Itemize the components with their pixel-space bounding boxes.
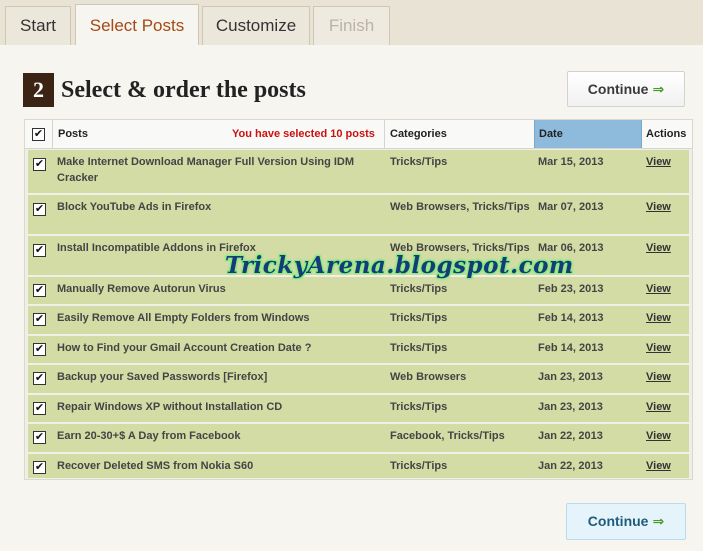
row-checkbox[interactable]: ✔	[33, 158, 46, 171]
post-category: Tricks/Tips	[390, 156, 448, 168]
column-divider	[52, 120, 53, 148]
view-link[interactable]: View	[646, 240, 671, 256]
post-title: Earn 20-30+$ A Day from Facebook	[57, 430, 241, 442]
wizard-tab-bar: Start Select Posts Customize Finish	[0, 0, 703, 46]
view-link[interactable]: View	[646, 310, 671, 326]
view-link[interactable]: View	[646, 458, 671, 474]
table-row[interactable]: ✔ Easily Remove All Empty Folders from Wi…	[28, 306, 689, 335]
table-row[interactable]: ✔ Make Internet Download Manager Full Ver…	[28, 150, 689, 194]
view-link[interactable]: View	[646, 199, 671, 215]
row-checkbox[interactable]: ✔	[33, 244, 46, 257]
continue-button-bottom[interactable]: Continue ⇒	[566, 503, 686, 540]
post-date: Jan 22, 2013	[538, 430, 603, 442]
post-category: Tricks/Tips	[390, 312, 448, 324]
post-title: Make Internet Download Manager Full Vers…	[57, 156, 355, 184]
tab-finish: Finish	[313, 6, 390, 46]
post-category: Tricks/Tips	[390, 460, 448, 472]
post-date: Mar 07, 2013	[538, 201, 604, 213]
table-row[interactable]: ✔ Manually Remove Autorun Virus Tricks/Tip…	[28, 277, 689, 305]
post-category: Web Browsers	[390, 371, 467, 383]
post-date: Feb 23, 2013	[538, 283, 604, 295]
post-category: Tricks/Tips	[390, 283, 448, 295]
post-title: Backup your Saved Passwords [Firefox]	[57, 371, 268, 383]
row-checkbox[interactable]: ✔	[33, 203, 46, 216]
post-date: Feb 14, 2013	[538, 312, 604, 324]
right-arrow-icon: ⇒	[652, 81, 665, 97]
table-row[interactable]: ✔ Backup your Saved Passwords [Firefox] We…	[28, 365, 689, 394]
tab-select-posts[interactable]: Select Posts	[75, 4, 199, 46]
header-categories[interactable]: Categories	[390, 120, 447, 148]
post-category: Web Browsers, Tricks/Tips	[390, 201, 530, 213]
column-divider	[384, 120, 385, 148]
row-checkbox[interactable]: ✔	[33, 343, 46, 356]
post-title: Manually Remove Autorun Virus	[57, 283, 226, 295]
post-date: Jan 23, 2013	[538, 401, 603, 413]
view-link[interactable]: View	[646, 340, 671, 356]
view-link[interactable]: View	[646, 154, 671, 170]
view-link[interactable]: View	[646, 428, 671, 444]
post-title: Repair Windows XP without Installation C…	[57, 401, 283, 413]
view-link[interactable]: View	[646, 399, 671, 415]
view-link[interactable]: View	[646, 281, 671, 297]
posts-table: ✔ Posts You have selected 10 posts Categ…	[24, 119, 693, 480]
continue-label: Continue	[587, 81, 649, 97]
table-row[interactable]: ✔ Recover Deleted SMS from Nokia S60 Trick…	[28, 454, 689, 479]
table-row[interactable]: ✔ Block YouTube Ads in Firefox Web Browser…	[28, 195, 689, 235]
post-category: Tricks/Tips	[390, 342, 448, 354]
row-checkbox[interactable]: ✔	[33, 284, 46, 297]
post-date: Jan 23, 2013	[538, 371, 603, 383]
continue-button-top[interactable]: Continue ⇒	[567, 71, 685, 107]
row-checkbox[interactable]: ✔	[33, 461, 46, 474]
step-number-badge: 2	[23, 73, 54, 107]
post-date: Feb 14, 2013	[538, 342, 604, 354]
select-all-checkbox[interactable]: ✔	[32, 128, 45, 141]
post-category: Facebook, Tricks/Tips	[390, 430, 505, 442]
table-header: ✔ Posts You have selected 10 posts Categ…	[25, 120, 692, 149]
page-title: Select & order the posts	[61, 77, 306, 103]
tab-customize[interactable]: Customize	[202, 6, 310, 46]
table-row[interactable]: ✔ Earn 20-30+$ A Day from Facebook Faceboo…	[28, 424, 689, 453]
post-title: Recover Deleted SMS from Nokia S60	[57, 460, 254, 472]
right-arrow-icon: ⇒	[652, 513, 665, 529]
tab-start[interactable]: Start	[5, 6, 71, 46]
row-checkbox[interactable]: ✔	[33, 313, 46, 326]
post-title: Easily Remove All Empty Folders from Win…	[57, 312, 310, 324]
table-row[interactable]: ✔ How to Find your Gmail Account Creation…	[28, 336, 689, 364]
watermark-text: TrickyArena.blogspot.com	[225, 252, 574, 279]
post-title: Block YouTube Ads in Firefox	[57, 201, 212, 213]
row-checkbox[interactable]: ✔	[33, 372, 46, 385]
selected-count-note: You have selected 10 posts	[232, 128, 375, 140]
continue-label: Continue	[587, 513, 649, 529]
header-date[interactable]: Date	[534, 120, 642, 148]
post-title: How to Find your Gmail Account Creation …	[57, 342, 312, 354]
row-checkbox[interactable]: ✔	[33, 402, 46, 415]
post-date: Mar 15, 2013	[538, 156, 604, 168]
view-link[interactable]: View	[646, 369, 671, 385]
header-posts: Posts	[58, 128, 88, 140]
header-actions: Actions	[646, 128, 687, 140]
post-date: Jan 22, 2013	[538, 460, 603, 472]
row-checkbox[interactable]: ✔	[33, 431, 46, 444]
table-row[interactable]: ✔ Repair Windows XP without Installation …	[28, 395, 689, 423]
post-category: Tricks/Tips	[390, 401, 448, 413]
